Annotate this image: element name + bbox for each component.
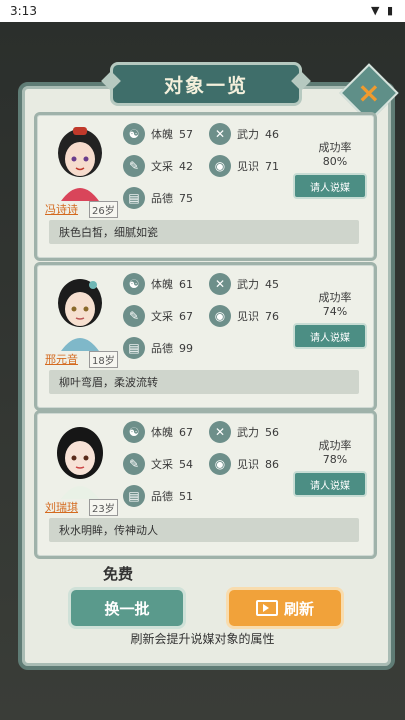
candidate-description: 柳叶弯眉，柔波流转 <box>49 370 359 394</box>
candidate-description: 肤色白皙，细腻如瓷 <box>49 220 359 244</box>
stat-wencai: ✎ 文采 54 <box>123 453 193 475</box>
eye-icon: ◉ <box>209 155 231 177</box>
stat-pinde: ▤ 品德 75 <box>123 187 193 209</box>
eye-icon: ◉ <box>209 453 231 475</box>
swords-icon: ✕ <box>209 421 231 443</box>
scroll-icon: ▤ <box>123 337 145 359</box>
candidate-description: 秋水明眸，传神动人 <box>49 518 359 542</box>
swap-batch-button[interactable]: 换一批 <box>68 587 186 629</box>
body-icon: ☯ <box>123 421 145 443</box>
success-rate-label: 成功率 <box>318 141 352 154</box>
candidate-card-1: 冯诗诗 26岁 ☯ 体魄 57 ✕ 武力 46 ✎ 文采 42 ◉ 见识 71 ▤ 品德 75 成功… <box>34 112 377 261</box>
success-rate-value: 80% <box>322 155 348 168</box>
brush-icon: ✎ <box>123 155 145 177</box>
refresh-hint: 刷新会提升说媒对象的属性 <box>130 632 275 646</box>
free-label: 免费 <box>103 565 134 583</box>
eye-icon: ◉ <box>209 305 231 327</box>
success-rate-value: 74% <box>322 305 348 318</box>
stat-jianshi: ◉ 见识 71 <box>209 155 279 177</box>
candidate-name: 刘瑞琪 <box>45 501 78 514</box>
candidate-age: 18岁 <box>89 351 118 368</box>
brush-icon: ✎ <box>123 453 145 475</box>
request-matchmaker-button[interactable]: 请人说媒 <box>293 323 367 349</box>
portrait-avatar <box>57 427 103 499</box>
stat-pinde: ▤ 品德 51 <box>123 485 193 507</box>
stat-jianshi: ◉ 见识 86 <box>209 453 279 475</box>
stat-tipo: ☯ 体魄 61 <box>123 273 193 295</box>
stat-jianshi: ◉ 见识 76 <box>209 305 279 327</box>
body-icon: ☯ <box>123 123 145 145</box>
scroll-icon: ▤ <box>123 485 145 507</box>
stat-pinde: ▤ 品德 99 <box>123 337 193 359</box>
video-icon <box>255 600 278 616</box>
stat-tipo: ☯ 体魄 67 <box>123 421 193 443</box>
candidate-name: 邢元音 <box>45 353 78 366</box>
success-rate-label: 成功率 <box>318 291 352 304</box>
request-matchmaker-button[interactable]: 请人说媒 <box>293 471 367 497</box>
brush-icon: ✎ <box>123 305 145 327</box>
status-bar: 3:13 ▼ ▮ <box>0 0 405 22</box>
candidate-age: 26岁 <box>89 201 118 218</box>
portrait-avatar <box>58 279 102 351</box>
swords-icon: ✕ <box>209 123 231 145</box>
candidate-card-3: 刘瑞琪 23岁 ☯ 体魄 67 ✕ 武力 56 ✎ 文采 54 ◉ 见识 86 ▤ 品德 51 成功… <box>34 410 377 559</box>
candidate-card-2: 邢元音 18岁 ☯ 体魄 61 ✕ 武力 45 ✎ 文采 67 ◉ 见识 76 ▤ 品德 99 成功… <box>34 262 377 411</box>
stat-wencai: ✎ 文采 67 <box>123 305 193 327</box>
success-rate-value: 78% <box>322 453 348 466</box>
portrait-avatar <box>58 127 102 201</box>
refresh-button[interactable]: 刷新 <box>226 587 344 629</box>
stat-wuli: ✕ 武力 45 <box>209 273 279 295</box>
success-rate-label: 成功率 <box>318 439 352 452</box>
scroll-icon: ▤ <box>123 187 145 209</box>
close-icon: × <box>357 76 381 109</box>
stat-wuli: ✕ 武力 56 <box>209 421 279 443</box>
request-matchmaker-button[interactable]: 请人说媒 <box>293 173 367 199</box>
candidate-name: 冯诗诗 <box>45 203 78 216</box>
body-icon: ☯ <box>123 273 145 295</box>
status-time: 3:13 <box>10 4 37 18</box>
swords-icon: ✕ <box>209 273 231 295</box>
refresh-label: 刷新 <box>283 599 314 618</box>
stat-tipo: ☯ 体魄 57 <box>123 123 193 145</box>
page-title: 对象一览 <box>110 62 302 106</box>
candidate-age: 23岁 <box>89 499 118 516</box>
wifi-battery-icon: ▼ ▮ <box>370 4 395 17</box>
stat-wencai: ✎ 文采 42 <box>123 155 193 177</box>
stat-wuli: ✕ 武力 46 <box>209 123 279 145</box>
